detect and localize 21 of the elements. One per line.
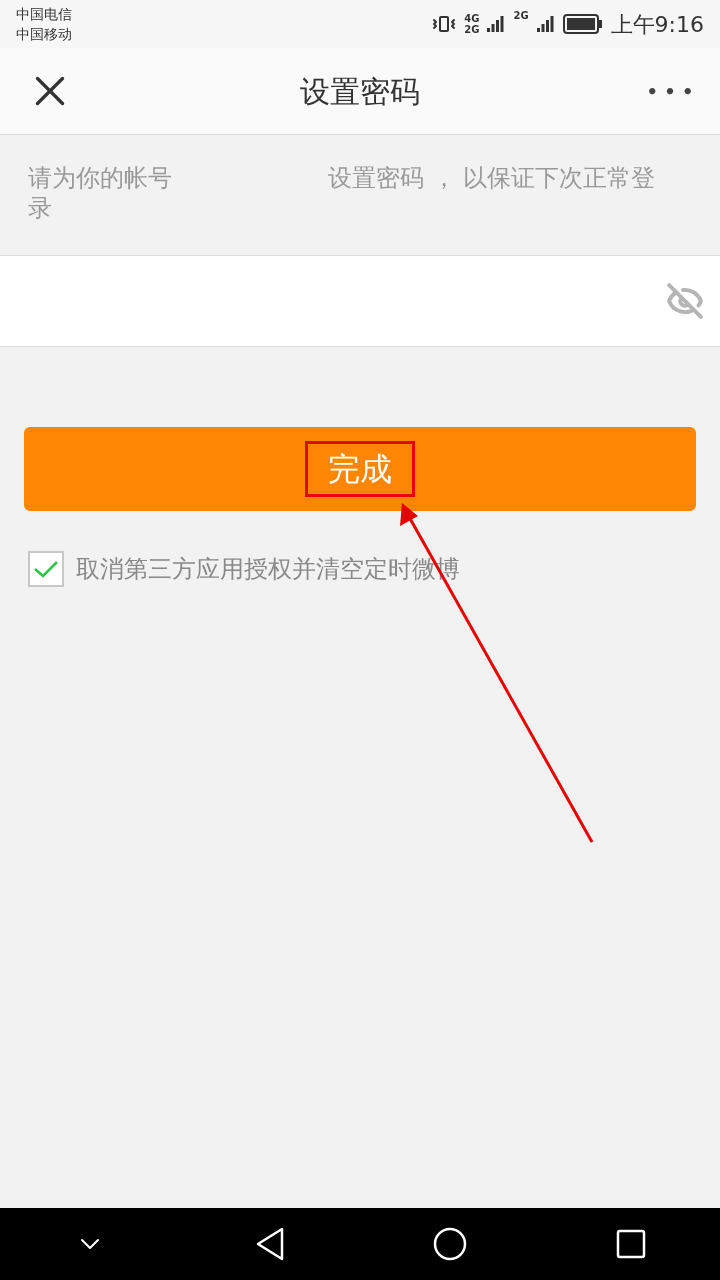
network-label: 4G (464, 13, 480, 24)
back-icon[interactable] (254, 1227, 285, 1261)
network-label: 2G (464, 24, 480, 35)
intro-text: 请为你的帐号 (28, 163, 173, 193)
network-label: 2G (513, 8, 529, 23)
carrier-name: 中国移动 (16, 25, 72, 44)
battery-icon (562, 14, 603, 34)
done-button[interactable]: 完成 (24, 427, 696, 511)
intro-text: 设置密码 ， 以保证下次正常登 (328, 163, 657, 194)
signal-icon (487, 16, 506, 32)
more-button[interactable]: • • • (644, 77, 696, 105)
checkbox[interactable] (28, 551, 64, 587)
password-field[interactable] (0, 255, 720, 347)
signal-icon (536, 16, 555, 32)
check-icon (33, 559, 59, 579)
home-icon[interactable] (433, 1227, 468, 1261)
clock-time: 上午9:16 (610, 10, 704, 39)
page-title: 设置密码 (300, 72, 420, 111)
recents-icon[interactable] (615, 1229, 646, 1259)
intro-text: 录 (28, 193, 53, 223)
carrier-name: 中国电信 (16, 5, 72, 24)
